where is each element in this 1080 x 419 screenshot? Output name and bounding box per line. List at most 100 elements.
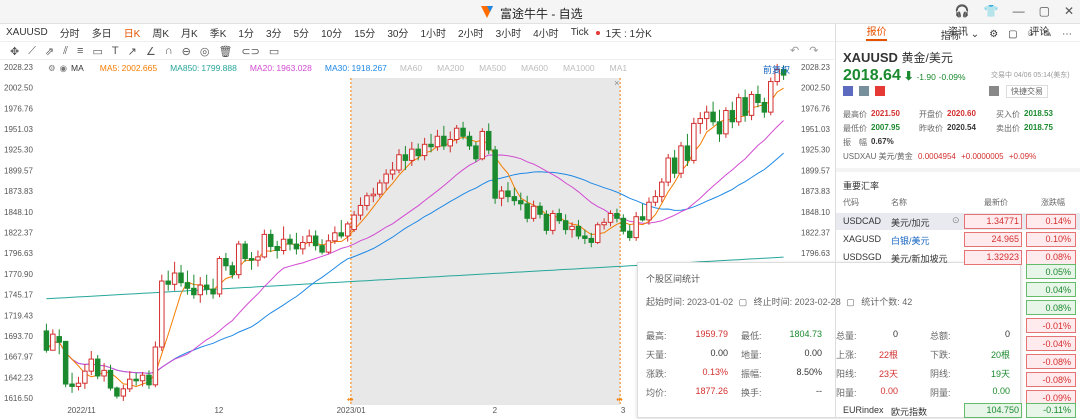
fx-header[interactable]: 代码: [843, 197, 859, 208]
selection-close-icon[interactable]: ×: [614, 78, 619, 88]
toggle-icon[interactable]: ⊂⊃: [241, 45, 259, 58]
ma-legend-item[interactable]: MA1: [610, 63, 633, 75]
quote-value: 2020.60: [947, 109, 976, 118]
fx-price: 24.965: [991, 234, 1019, 244]
candle-body: [466, 135, 473, 147]
period-tab[interactable]: 日K: [118, 25, 147, 40]
candle-body: [120, 388, 127, 397]
period-tab[interactable]: 15分: [348, 25, 381, 40]
ma-legend: ⚙ ◉ MA MA5: 2002.665 MA850: 1799.888 MA20: 1963.…: [48, 63, 642, 75]
y-axis-label: 1796.63: [4, 249, 33, 258]
period-tab[interactable]: 5分: [288, 25, 316, 40]
stats-value: 0.13%: [702, 367, 728, 377]
candle-body: [280, 238, 287, 251]
candle-body: [133, 378, 139, 382]
restore-adjust-button[interactable]: 前复权: [763, 63, 790, 76]
minimize-icon[interactable]: —: [1013, 4, 1025, 18]
quote-label: 开盘价: [919, 110, 943, 119]
fx-header[interactable]: 名称: [891, 197, 907, 208]
ma-legend-item[interactable]: MA1000: [563, 63, 601, 75]
text-tool-icon[interactable]: T: [112, 45, 119, 57]
symbol-title: XAUUSD 黄金/美元: [843, 50, 953, 65]
eye-icon[interactable]: ◎: [200, 45, 210, 58]
symbol-tab[interactable]: XAUUSD: [0, 27, 54, 38]
compare-icon[interactable]: [843, 86, 853, 96]
period-tab[interactable]: 月K: [175, 25, 204, 40]
fx-code: USDSGD: [843, 252, 882, 262]
settings-icon[interactable]: ⚙: [48, 63, 56, 75]
alert-bell-icon[interactable]: [989, 86, 999, 96]
ma-legend-item[interactable]: MA20: 1963.028: [250, 63, 316, 75]
selection-start-marker: ⇹: [347, 395, 354, 404]
candle-body: [511, 196, 518, 202]
arrow-tool-icon[interactable]: ↗: [128, 45, 137, 58]
candle-body: [607, 212, 614, 223]
candle-body: [261, 233, 268, 258]
period-tab[interactable]: 多日: [86, 25, 118, 40]
info-icon[interactable]: ⊙: [952, 215, 960, 226]
fx-pct-value: 0.04%: [1045, 285, 1071, 295]
period-tab[interactable]: Tick: [565, 27, 595, 38]
ma-legend-item[interactable]: MA600: [521, 63, 554, 75]
ma-legend-item[interactable]: MA500: [479, 63, 512, 75]
ma-legend-item[interactable]: MA5: 2002.665: [100, 63, 161, 75]
quote-tab[interactable]: 报价: [836, 24, 917, 41]
brush-tool-icon[interactable]: ∠: [146, 45, 156, 58]
note-icon[interactable]: [859, 86, 869, 96]
close-icon[interactable]: ✕: [1064, 4, 1074, 18]
comment-icon[interactable]: ▭: [269, 45, 279, 58]
ray-tool-icon[interactable]: ⇗: [45, 45, 54, 58]
calendar-icon[interactable]: ▢: [739, 297, 748, 307]
period-tab[interactable]: 季K: [204, 25, 233, 40]
fx-row[interactable]: XAGUSD 白银/美元 24.965 0.10%: [836, 231, 1080, 248]
ma-legend-item[interactable]: MA60: [400, 63, 428, 75]
fx-header[interactable]: 涨跌幅: [1041, 197, 1065, 208]
channel-tool-icon[interactable]: ⫽: [63, 45, 68, 58]
fx-header[interactable]: 最新价: [984, 197, 1008, 208]
ma-legend-item[interactable]: MA850: 1799.888: [170, 63, 241, 75]
fx-row[interactable]: EURindex 欧元指数 104.750 -0.11%: [836, 402, 1080, 419]
line-tool-icon[interactable]: ⟋: [28, 45, 36, 58]
period-tab[interactable]: 2小时: [452, 25, 490, 40]
candle-body: [82, 370, 88, 384]
period-tab[interactable]: 30分: [381, 25, 414, 40]
stats-value: 1959.79: [695, 329, 728, 339]
ma-legend-item[interactable]: MA30: 1918.267: [325, 63, 391, 75]
period-tab[interactable]: 3分: [260, 25, 288, 40]
eye-icon[interactable]: ◉: [60, 63, 67, 75]
period-tab[interactable]: 分时: [54, 25, 86, 40]
period-tab[interactable]: 1小时: [414, 25, 452, 40]
fx-pct-value: -0.01%: [1042, 321, 1071, 331]
crosshair-icon[interactable]: ✥: [10, 45, 19, 58]
headset-icon[interactable]: 🎧: [955, 4, 970, 18]
shirt-icon[interactable]: 👕: [984, 4, 999, 18]
period-tab[interactable]: 4小时: [527, 25, 565, 40]
favorite-icon[interactable]: [875, 86, 885, 96]
period-tab[interactable]: 周K: [146, 25, 175, 40]
magnet-icon[interactable]: ∩: [165, 45, 173, 57]
candle-body: [229, 265, 236, 276]
y-axis-label-right: 2002.50: [801, 84, 830, 93]
period-tab[interactable]: 1天 : 1分K: [600, 25, 658, 40]
stats-start: 2023-01-02: [687, 297, 734, 307]
quote-tab[interactable]: 资讯: [917, 24, 998, 41]
y-axis-label: 1745.17: [4, 291, 33, 300]
candle-body: [159, 280, 165, 348]
undo-icon[interactable]: ↶: [790, 44, 799, 57]
fib-tool-icon[interactable]: ≡: [77, 45, 83, 57]
quick-trade-button[interactable]: 快捷交易: [1006, 85, 1048, 98]
selection-region[interactable]: [350, 78, 621, 405]
redo-icon[interactable]: ↷: [809, 44, 818, 57]
fx-row[interactable]: USDCAD 美元/加元 1.34771 0.14% ⊙: [836, 213, 1080, 230]
candle-body: [723, 110, 729, 135]
rect-tool-icon[interactable]: ▭: [92, 45, 102, 58]
period-tab[interactable]: 1分: [232, 25, 260, 40]
futu-logo-icon: [481, 6, 493, 18]
quote-tab[interactable]: 评论: [999, 24, 1080, 41]
maximize-icon[interactable]: ▢: [1039, 4, 1050, 18]
ma-legend-item[interactable]: MA200: [437, 63, 470, 75]
lock-icon[interactable]: ⊖: [182, 45, 191, 58]
trash-icon[interactable]: 🗑: [218, 45, 232, 58]
period-tab[interactable]: 3小时: [490, 25, 528, 40]
period-tab[interactable]: 10分: [315, 25, 348, 40]
